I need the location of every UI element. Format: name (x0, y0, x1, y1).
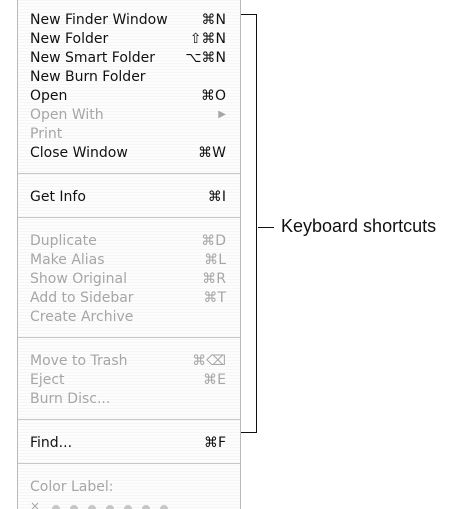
menu-item-close-window[interactable]: Close Window ⌘W (30, 143, 226, 163)
menu-item-label: Duplicate (30, 233, 97, 249)
menu-item-label: Get Info (30, 189, 86, 205)
bracket-vertical-line (256, 14, 257, 433)
menu-item-label: Eject (30, 372, 65, 388)
menu-separator (18, 217, 240, 218)
callout-label: Keyboard shortcuts (281, 216, 437, 236)
menu-item-shortcut: ⌘E (203, 372, 226, 388)
menu-item-shortcut: ⌘T (203, 290, 226, 306)
menu-separator (18, 337, 240, 338)
menu-item-shortcut: ⌥⌘N (185, 50, 226, 66)
menu-separator (18, 419, 240, 420)
menu-item-shortcut: ⌘I (207, 189, 226, 205)
menu-item-label: Close Window (30, 145, 128, 161)
menu-item-label: Open (30, 88, 68, 104)
menu-item-new-folder[interactable]: New Folder ⇧⌘N (30, 29, 226, 49)
menu-item-move-to-trash: Move to Trash ⌘⌫ (30, 351, 226, 371)
color-label-dot (52, 505, 60, 509)
menu-item-make-alias: Make Alias ⌘L (30, 250, 226, 270)
color-label-dot (70, 505, 78, 509)
menu-item-label: New Smart Folder (30, 50, 156, 66)
menu-item-find[interactable]: Find... ⌘F (30, 433, 226, 453)
finder-file-menu: New Finder Window ⌘N New Folder ⇧⌘N New Smar… (17, 0, 241, 509)
color-label-dot (142, 505, 150, 509)
menu-item-label: Open With (30, 107, 104, 123)
menu-item-add-to-sidebar: Add to Sidebar ⌘T (30, 288, 226, 308)
menu-item-label: Print (30, 126, 63, 142)
menu-item-label: New Folder (30, 31, 109, 47)
callout-leader-line (258, 227, 274, 228)
menu-item-shortcut: ⌘F (203, 435, 226, 451)
menu-item-label: Show Original (30, 271, 128, 287)
menu-item-duplicate: Duplicate ⌘D (30, 231, 226, 251)
menu-item-burn-disc: Burn Disc... (30, 389, 226, 409)
menu-item-label: Burn Disc... (30, 391, 111, 407)
bracket-bottom-line (241, 432, 257, 433)
menu-separator (18, 463, 240, 464)
menu-item-show-original: Show Original ⌘R (30, 269, 226, 289)
figure: New Finder Window ⌘N New Folder ⇧⌘N New Smar… (0, 0, 469, 509)
clear-color-label-icon: × (30, 499, 41, 509)
menu-item-label: Make Alias (30, 252, 105, 268)
menu-separator (18, 173, 240, 174)
menu-item-label: Move to Trash (30, 353, 128, 369)
menu-item-new-finder-window[interactable]: New Finder Window ⌘N (30, 10, 226, 30)
menu-item-label: Add to Sidebar (30, 290, 134, 306)
menu-item-create-archive: Create Archive (30, 307, 226, 327)
menu-item-open-with: Open With ▶ (30, 105, 226, 125)
menu-item-shortcut: ⌘N (201, 12, 226, 28)
menu-item-shortcut: ⌘W (198, 145, 226, 161)
menu-item-shortcut: ⌘D (201, 233, 226, 249)
menu-item-eject: Eject ⌘E (30, 370, 226, 390)
color-label-title: Color Label: (30, 479, 114, 495)
submenu-arrow-icon: ▶ (218, 109, 226, 120)
menu-item-new-smart-folder[interactable]: New Smart Folder ⌥⌘N (30, 48, 226, 68)
menu-item-get-info[interactable]: Get Info ⌘I (30, 187, 226, 207)
bracket-top-line (241, 14, 257, 15)
menu-item-shortcut: ⌘⌫ (192, 353, 226, 369)
menu-item-shortcut: ⌘L (204, 252, 226, 268)
color-label-dot (106, 505, 114, 509)
menu-item-label: Find... (30, 435, 73, 451)
menu-item-print: Print (30, 124, 226, 144)
menu-item-shortcut: ⇧⌘N (189, 31, 226, 47)
color-label-dot (160, 505, 168, 509)
color-label-heading: Color Label: (30, 477, 226, 497)
menu-item-label: New Burn Folder (30, 69, 146, 85)
menu-item-open[interactable]: Open ⌘O (30, 86, 226, 106)
menu-item-label: Create Archive (30, 309, 134, 325)
menu-item-new-burn-folder[interactable]: New Burn Folder (30, 67, 226, 87)
menu-item-shortcut: ⌘O (200, 88, 226, 104)
menu-item-label: New Finder Window (30, 12, 168, 28)
color-label-dot (88, 505, 96, 509)
color-label-dot (124, 505, 132, 509)
menu-item-shortcut: ⌘R (202, 271, 226, 287)
color-label-swatches: × (30, 499, 220, 509)
